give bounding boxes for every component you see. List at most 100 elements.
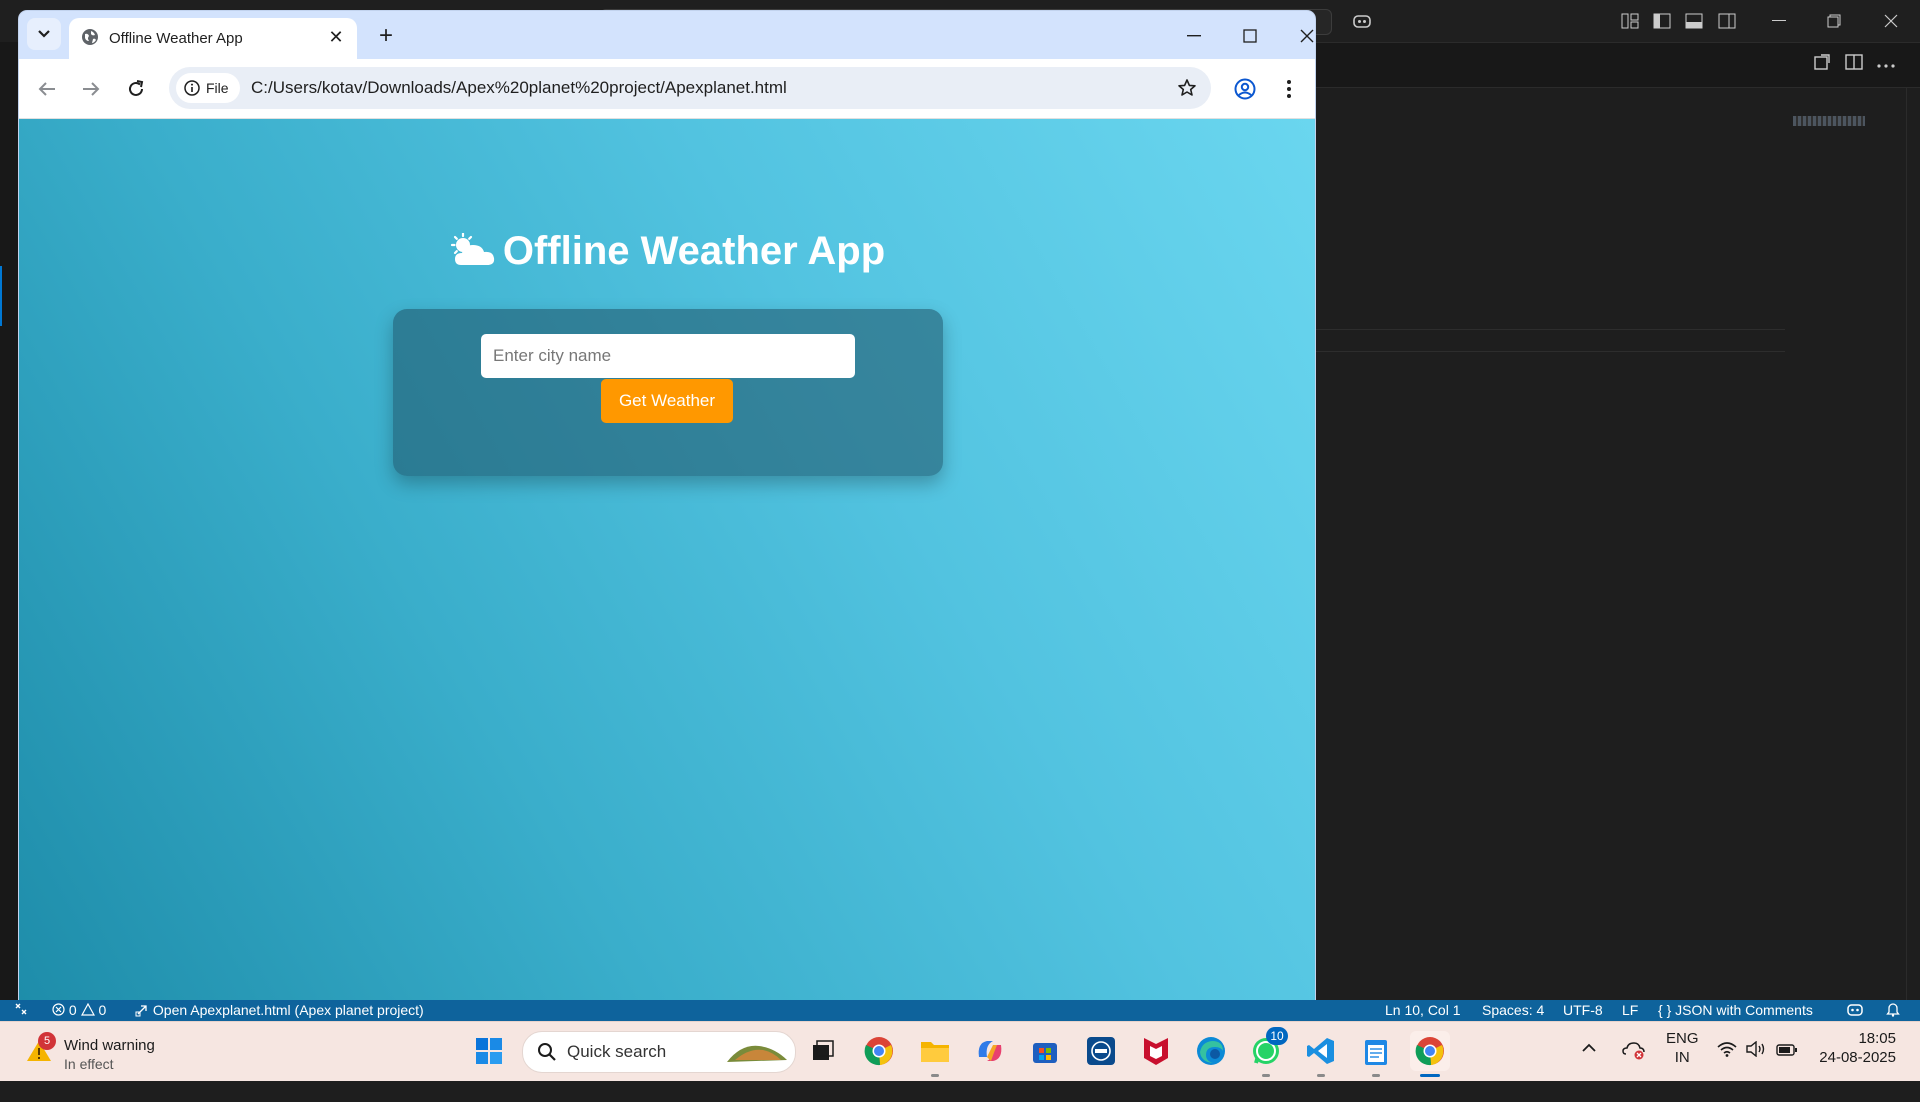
running-indicator — [1372, 1074, 1380, 1077]
address-bar[interactable]: File C:/Users/kotav/Downloads/Apex%20pla… — [169, 67, 1211, 109]
toggle-panel-icon[interactable] — [1680, 8, 1708, 34]
chrome-active-taskbar-icon[interactable] — [1410, 1031, 1450, 1077]
customize-layout-icon[interactable] — [1616, 8, 1644, 34]
whatsapp-badge: 10 — [1266, 1027, 1288, 1045]
kebab-menu-icon[interactable] — [1273, 73, 1305, 105]
copilot-icon[interactable] — [1348, 8, 1376, 34]
chrome-taskbar-icon[interactable] — [859, 1031, 899, 1071]
start-button[interactable] — [469, 1031, 509, 1071]
search-highlight-image — [727, 1045, 787, 1062]
language-mode-text: JSON with Comments — [1675, 1002, 1813, 1018]
encoding[interactable]: UTF-8 — [1563, 1002, 1603, 1018]
active-view-indicator — [0, 266, 2, 326]
site-info-chip[interactable]: File — [176, 73, 240, 103]
running-indicator — [931, 1074, 939, 1077]
show-hidden-icons-chevron-icon[interactable] — [1581, 1040, 1597, 1099]
page-viewport: Offline Weather App Get Weather — [19, 119, 1315, 1000]
notifications-bell-icon[interactable] — [1886, 1002, 1900, 1020]
mcafee-icon[interactable] — [1136, 1031, 1176, 1071]
get-weather-button[interactable]: Get Weather — [601, 379, 733, 423]
indentation[interactable]: Spaces: 4 — [1482, 1002, 1544, 1018]
language-mode[interactable]: { } JSON with Comments — [1658, 1002, 1813, 1018]
close-tab-icon[interactable]: ✕ — [325, 26, 347, 48]
problems-indicator[interactable]: 0 0 — [52, 1002, 106, 1018]
windows-taskbar: 5 Wind warning In effect Quick search 10 — [0, 1021, 1920, 1081]
tab-strip: Offline Weather App ✕ + — [19, 11, 1315, 59]
copilot-status-icon[interactable] — [1846, 1002, 1864, 1020]
close-window-icon[interactable] — [1287, 21, 1315, 51]
minimap[interactable] — [1793, 116, 1865, 126]
dell-app-icon[interactable] — [1081, 1031, 1121, 1071]
maximize-window-icon[interactable] — [1230, 21, 1270, 51]
forward-arrow-icon[interactable] — [75, 73, 107, 105]
onedrive-error-icon[interactable] — [1622, 1040, 1646, 1099]
site-chip-label: File — [206, 80, 229, 96]
whatsapp-icon[interactable]: 10 — [1246, 1027, 1288, 1077]
page-title-text: Offline Weather App — [502, 229, 886, 273]
input-language[interactable]: ENG IN — [1666, 1030, 1699, 1089]
url-text[interactable]: C:/Users/kotav/Downloads/Apex%20planet%2… — [251, 78, 787, 98]
split-editor-icon[interactable] — [1845, 53, 1863, 76]
error-icon — [52, 1003, 65, 1016]
toggle-primary-sidebar-icon[interactable] — [1648, 8, 1676, 34]
weather-alert-badge: 5 — [38, 1032, 56, 1050]
error-count: 0 — [68, 1002, 77, 1018]
tab-search-button[interactable] — [27, 18, 61, 50]
remote-icon[interactable] — [14, 1002, 28, 1019]
clock-date: 24-08-2025 — [1819, 1049, 1896, 1066]
open-file-status[interactable]: Open Apexplanet.html (Apex planet projec… — [135, 1002, 424, 1018]
active-indicator — [1420, 1074, 1440, 1077]
vscode-minimize-icon[interactable] — [1765, 8, 1793, 34]
clock[interactable]: 18:05 24-08-2025 — [1818, 1030, 1896, 1089]
clock-time: 18:05 — [1858, 1030, 1896, 1047]
tab-title: Offline Weather App — [109, 30, 243, 47]
vscode-editor-area[interactable] — [1315, 88, 1920, 1000]
notepad-icon[interactable] — [1356, 1031, 1396, 1077]
battery-icon[interactable] — [1776, 1043, 1798, 1102]
volume-icon[interactable] — [1746, 1040, 1768, 1100]
cursor-position[interactable]: Ln 10, Col 1 — [1385, 1002, 1461, 1018]
braces-icon: { } — [1658, 1002, 1672, 1018]
new-tab-button[interactable]: + — [371, 21, 401, 51]
editor-divider — [1315, 329, 1785, 330]
editor-divider — [1315, 351, 1785, 352]
vscode-restore-icon[interactable] — [1820, 8, 1848, 34]
chrome-window: Offline Weather App ✕ + File C:/Users/ko… — [19, 11, 1315, 1000]
toggle-secondary-sidebar-icon[interactable] — [1713, 8, 1741, 34]
info-icon — [184, 80, 200, 96]
open-changes-icon[interactable] — [1813, 53, 1831, 76]
chevron-down-icon — [38, 30, 50, 38]
taskbar-search[interactable]: Quick search — [522, 1031, 796, 1073]
end-of-line[interactable]: LF — [1622, 1002, 1638, 1018]
vscode-editor-tab-bar — [1315, 43, 1920, 88]
task-view-icon[interactable] — [803, 1031, 843, 1071]
microsoft-store-icon[interactable] — [1025, 1031, 1065, 1071]
city-input[interactable] — [481, 334, 855, 378]
language-code: ENG — [1666, 1030, 1699, 1047]
globe-icon — [82, 29, 98, 45]
browser-tab[interactable]: Offline Weather App ✕ — [69, 18, 357, 59]
sun-behind-cloud-icon — [450, 233, 494, 265]
more-actions-icon[interactable] — [1877, 53, 1895, 73]
vscode-taskbar-icon[interactable] — [1301, 1031, 1341, 1077]
region-code: IN — [1674, 1049, 1690, 1066]
weather-widget[interactable]: 5 Wind warning In effect — [22, 1032, 172, 1074]
vscode-activity-bar — [0, 42, 19, 1000]
minimize-window-icon[interactable] — [1174, 21, 1214, 51]
page-title: Offline Weather App — [19, 229, 1315, 274]
bookmark-star-icon[interactable] — [1173, 74, 1201, 102]
weather-title: Wind warning — [64, 1037, 155, 1054]
file-explorer-icon[interactable] — [915, 1031, 955, 1077]
back-arrow-icon[interactable] — [31, 73, 63, 105]
edge-icon[interactable] — [1191, 1031, 1231, 1071]
wifi-icon[interactable] — [1717, 1041, 1737, 1100]
reload-icon[interactable] — [120, 73, 152, 105]
copilot-taskbar-icon[interactable] — [970, 1031, 1010, 1071]
search-icon — [538, 1043, 556, 1061]
running-indicator — [1262, 1074, 1270, 1077]
vscode-close-icon[interactable] — [1877, 8, 1905, 34]
weather-search-card: Get Weather — [393, 309, 943, 476]
editor-scrollbar[interactable] — [1906, 88, 1920, 1000]
browser-toolbar: File C:/Users/kotav/Downloads/Apex%20pla… — [19, 59, 1315, 119]
profile-icon[interactable] — [1229, 73, 1261, 105]
